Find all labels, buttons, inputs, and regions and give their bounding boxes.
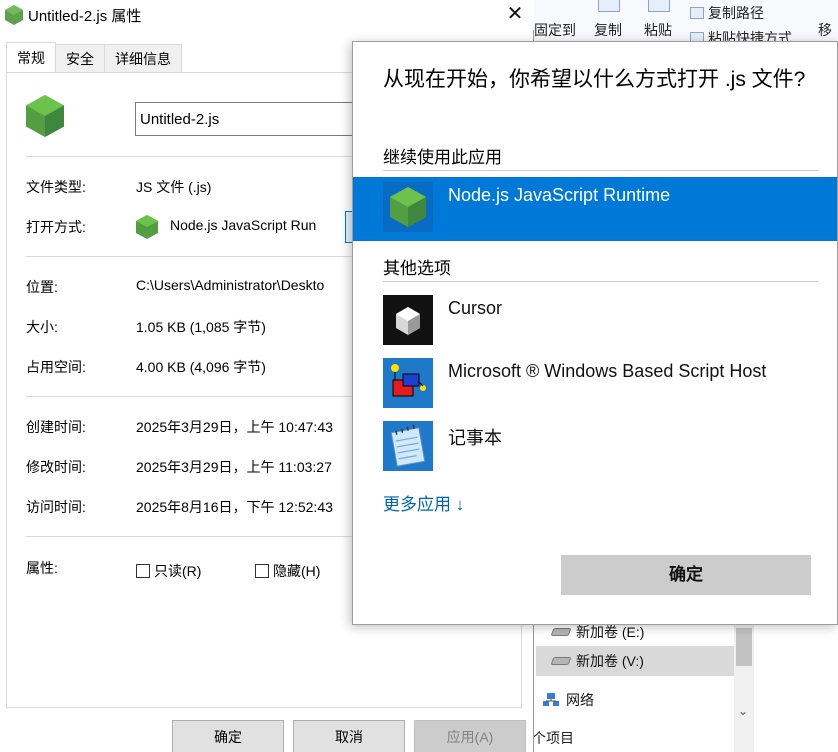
created-label: 创建时间: — [26, 419, 86, 435]
separator — [383, 281, 819, 282]
size-label: 大小: — [26, 319, 58, 335]
modified-value: 2025年3月29日，上午 11:03:27 — [136, 459, 332, 475]
nodejs-icon — [383, 182, 433, 232]
nav-scrollbar[interactable]: ⌄ — [734, 622, 754, 752]
attributes-label: 属性: — [26, 560, 58, 576]
dialog-titlebar: Untitled-2.js 属性 ✕ — [0, 0, 534, 30]
file-type-value: JS 文件 (.js) — [136, 179, 212, 195]
app-option-notepad[interactable]: 记事本 — [353, 416, 837, 480]
network-icon — [543, 693, 559, 706]
nav-item-label: 新加卷 (E:) — [576, 624, 645, 640]
flyout-title: 从现在开始，你希望以什么方式打开 .js 文件? — [383, 68, 806, 91]
checkbox-box[interactable] — [255, 564, 269, 578]
app-option-name: Microsoft ® Windows Based Script Host — [448, 361, 767, 381]
app-option-name: Cursor — [448, 298, 503, 318]
nodejs-icon — [26, 95, 64, 137]
open-with-value: Node.js JavaScript Run — [170, 217, 317, 233]
ok-button[interactable]: 确定 — [172, 720, 284, 752]
copy-path-icon — [690, 7, 704, 19]
cancel-button[interactable]: 取消 — [293, 720, 405, 752]
app-option-cursor[interactable]: Cursor — [353, 290, 837, 354]
location-label: 位置: — [26, 279, 58, 295]
tab-details[interactable]: 详细信息 — [104, 44, 182, 72]
nav-item-network[interactable]: 网络 — [542, 690, 594, 710]
app-option-name: Node.js JavaScript Runtime — [448, 185, 671, 205]
open-with-label: 打开方式: — [26, 219, 86, 235]
tab-security[interactable]: 安全 — [55, 44, 105, 72]
location-value: C:\Users\Administrator\Deskto — [136, 277, 325, 293]
tab-general[interactable]: 常规 — [6, 42, 56, 72]
nav-item-label: 网络 — [566, 692, 594, 708]
created-value: 2025年3月29日，上午 10:47:43 — [136, 419, 333, 435]
paste-icon — [648, 0, 670, 12]
accessed-label: 访问时间: — [26, 499, 86, 515]
hidden-checkbox[interactable]: 隐藏(H) — [255, 561, 320, 581]
hidden-checkbox-label: 隐藏(H) — [273, 563, 321, 579]
ribbon-copy-path-button[interactable]: 复制路径 — [690, 3, 764, 23]
continue-heading: 继续使用此应用 — [383, 148, 502, 167]
drive-icon — [550, 628, 572, 636]
cursor-icon — [383, 295, 433, 345]
open-with-flyout: 从现在开始，你希望以什么方式打开 .js 文件? 继续使用此应用 Node.js… — [352, 41, 838, 625]
modified-label: 修改时间: — [26, 459, 86, 475]
nav-item-label: 新加卷 (V:) — [576, 653, 644, 669]
app-option-script-host[interactable]: Microsoft ® Windows Based Script Host — [353, 353, 837, 417]
more-apps-link[interactable]: 更多应用 ↓ — [383, 490, 464, 515]
nodejs-icon — [136, 215, 158, 239]
flyout-ok-button[interactable]: 确定 — [561, 555, 811, 595]
app-option-nodejs[interactable]: Node.js JavaScript Runtime — [353, 177, 837, 241]
copy-icon — [598, 0, 620, 12]
close-button[interactable]: ✕ — [496, 0, 534, 30]
drive-icon — [550, 657, 572, 665]
disk-size-label: 占用空间: — [26, 359, 86, 375]
ribbon-move-button[interactable]: 移 — [818, 20, 832, 40]
dialog-title: Untitled-2.js 属性 — [28, 8, 142, 25]
nav-item-drive-v[interactable]: 新加卷 (V:) — [536, 646, 734, 676]
explorer-ribbon: 固定到 复制 粘贴 复制路径 粘贴快捷方式 移 — [524, 0, 838, 46]
ribbon-copy-button[interactable]: 复制 — [594, 20, 622, 40]
ribbon-paste-button[interactable]: 粘贴 — [644, 20, 672, 40]
checkbox-box[interactable] — [136, 564, 150, 578]
chevron-down-icon[interactable]: ⌄ — [738, 704, 748, 718]
nodejs-icon — [5, 5, 23, 25]
readonly-checkbox-label: 只读(R) — [154, 563, 202, 579]
ribbon-pin-button[interactable]: 固定到 — [534, 20, 576, 40]
scroll-thumb[interactable] — [736, 628, 752, 666]
script-host-icon — [383, 358, 433, 408]
other-options-heading: 其他选项 — [383, 259, 451, 278]
disk-size-value: 4.00 KB (4,096 字节) — [136, 359, 266, 375]
readonly-checkbox[interactable]: 只读(R) — [136, 561, 201, 581]
filename-input[interactable] — [135, 102, 375, 136]
app-option-name: 记事本 — [448, 428, 502, 448]
file-type-label: 文件类型: — [26, 179, 86, 195]
size-value: 1.05 KB (1,085 字节) — [136, 319, 266, 335]
tab-bar: 常规 安全 详细信息 — [6, 42, 182, 72]
nav-item-drive-e[interactable]: 新加卷 (E:) — [550, 622, 645, 642]
apply-button[interactable]: 应用(A) — [414, 720, 526, 752]
separator — [383, 170, 819, 171]
ribbon-copy-path-label: 复制路径 — [708, 5, 764, 21]
accessed-value: 2025年8月16日，下午 12:52:43 — [136, 499, 333, 515]
status-item-count: 个项目 — [532, 730, 574, 746]
notepad-icon — [383, 421, 433, 471]
